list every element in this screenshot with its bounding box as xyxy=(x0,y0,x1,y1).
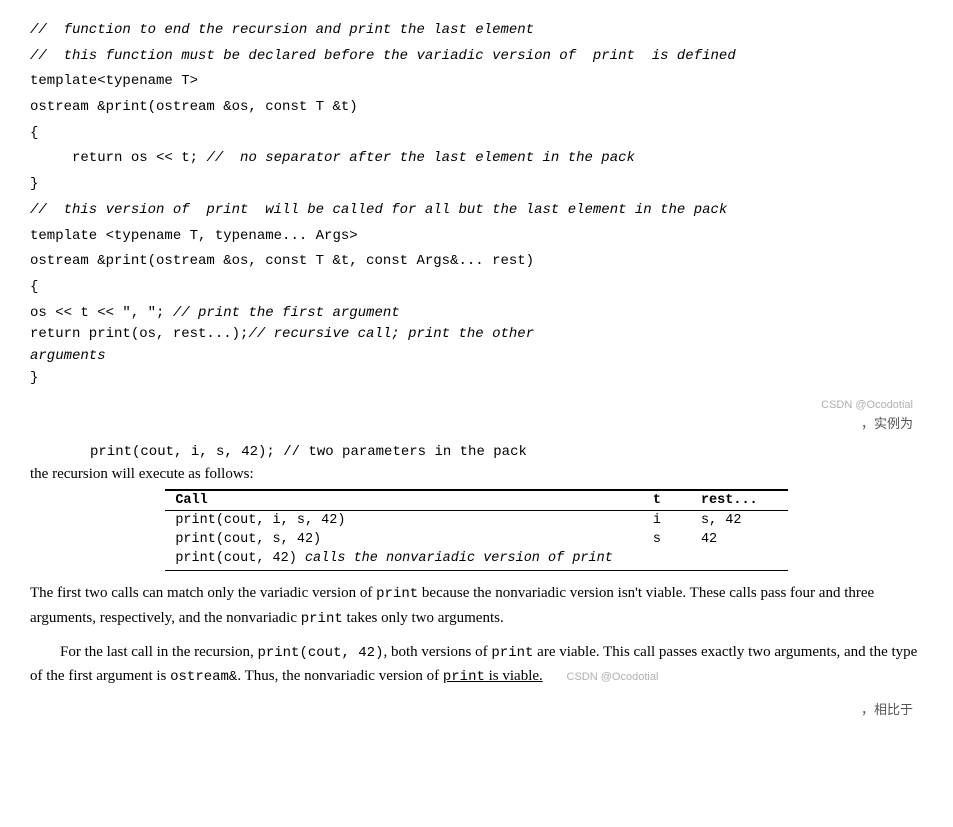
cell-italic-note: calls the nonvariadic version of xyxy=(297,551,572,566)
cell-rest: s, 42 xyxy=(691,511,788,531)
col-call: Call xyxy=(165,490,643,511)
para2-code2: print xyxy=(491,645,533,661)
cell-t: s xyxy=(643,530,691,549)
code-line: // function to end the recursion and pri… xyxy=(30,20,923,42)
code-line: } xyxy=(30,174,923,196)
code-text: os << t << ", "; xyxy=(30,305,173,321)
para1-code1: print xyxy=(376,586,418,602)
code-line: { xyxy=(30,123,923,145)
para2-text5: is viable. xyxy=(485,668,543,684)
para1-code2: print xyxy=(301,611,343,627)
chinese-note2: ，相比于 xyxy=(30,699,923,718)
comment3: // no separator after the last element i… xyxy=(206,150,634,166)
comment6-space xyxy=(400,326,408,342)
para2-text1: For the last call in the recursion, xyxy=(60,644,257,660)
paragraph2: For the last call in the recursion, prin… xyxy=(30,640,923,689)
table-row: print(cout, i, s, 42) i s, 42 xyxy=(165,511,787,531)
para2-text2: , both versions of xyxy=(383,644,491,660)
cell-t: i xyxy=(643,511,691,531)
code-line: { xyxy=(30,277,923,299)
cell-call-italic: print(cout, 42) calls the nonvariadic ve… xyxy=(165,549,643,571)
cell-print-italic: print xyxy=(572,551,613,566)
code-return-line: return print(os, rest...); // recursive … xyxy=(30,324,923,346)
para2-code3: ostream& xyxy=(170,669,237,685)
para1-text3: takes only two arguments. xyxy=(343,610,504,626)
code-line: ostream &print(ostream &os, const T &t, … xyxy=(30,251,923,273)
code-line: template<typename T> xyxy=(30,71,923,93)
table-row: print(cout, 42) calls the nonvariadic ve… xyxy=(165,549,787,571)
cell-rest: 42 xyxy=(691,530,788,549)
code-line: // this version of print will be called … xyxy=(30,200,923,222)
paragraph1: The first two calls can match only the v… xyxy=(30,581,923,630)
recursion-label: the recursion will execute as follows: xyxy=(30,466,923,483)
para1-text1: The first two calls can match only the v… xyxy=(30,585,376,601)
cell-call: print(cout, s, 42) xyxy=(165,530,643,549)
code-section: // function to end the recursion and pri… xyxy=(30,20,923,389)
code-line: template <typename T, typename... Args> xyxy=(30,226,923,248)
comment5: // print the first argument xyxy=(173,305,400,321)
comment2: // this function must be declared before… xyxy=(30,48,736,64)
col-rest: rest... xyxy=(691,490,788,511)
comment4: // this version of print will be called … xyxy=(30,202,727,218)
code-line: // this function must be declared before… xyxy=(30,46,923,68)
para2-text4: . Thus, the nonvariadic version of xyxy=(237,668,443,684)
code-line: return os << t; // no separator after th… xyxy=(30,148,923,170)
code-line: } xyxy=(30,368,923,390)
print-example-text: print(cout, i, s, 42); // two parameters… xyxy=(90,444,527,460)
print-example: print(cout, i, s, 42); // two parameters… xyxy=(90,444,923,460)
code-line: ostream &print(ostream &os, const T &t) xyxy=(30,97,923,119)
table-row: print(cout, s, 42) s 42 xyxy=(165,530,787,549)
cell-t-empty xyxy=(643,549,691,571)
para2-code1: print(cout, 42) xyxy=(257,645,383,661)
call-table: Call t rest... print(cout, i, s, 42) i s… xyxy=(165,489,787,571)
watermark2: CSDN @Ocodotial xyxy=(547,671,659,683)
comment1: // function to end the recursion and pri… xyxy=(30,22,534,38)
chinese-note1: ，实例为 xyxy=(30,413,923,432)
comment6: // recursive call; print the other xyxy=(248,324,534,346)
cell-rest-empty xyxy=(691,549,788,571)
code-arguments: arguments xyxy=(30,346,923,368)
para2-code4: print xyxy=(443,669,485,685)
cell-call: print(cout, i, s, 42) xyxy=(165,511,643,531)
comment6-post: print the other xyxy=(408,326,534,342)
code-text: return print(os, rest...); xyxy=(30,324,248,346)
watermark1: CSDN @Ocodotial xyxy=(30,399,923,411)
col-t: t xyxy=(643,490,691,511)
code-os-line: os << t << ", "; // print the first argu… xyxy=(30,303,923,325)
